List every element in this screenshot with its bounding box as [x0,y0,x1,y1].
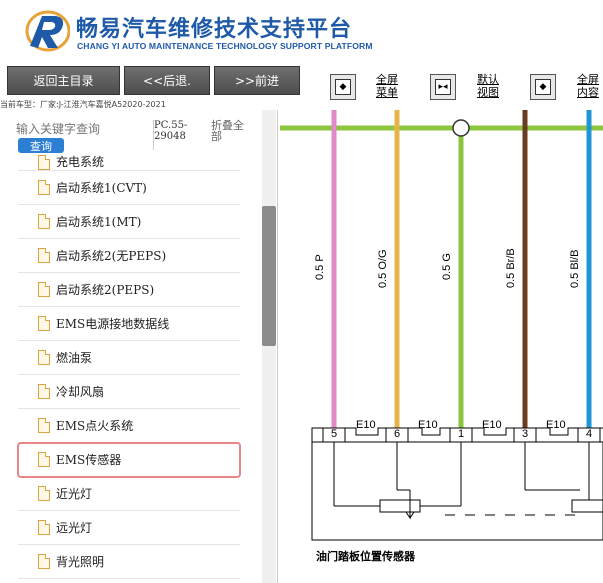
tree-item[interactable]: 启动系统1(CVT) [18,171,240,205]
tree-item-label: 启动系统1(MT) [56,215,142,229]
full-content-line2: 内容 [577,86,599,99]
back-to-main-button[interactable]: 返回主目录 [7,66,120,95]
tree-scroll-thumb[interactable] [262,206,276,346]
document-icon [38,316,50,331]
document-icon [38,248,50,263]
full-content-line1: 全屏 [577,73,599,86]
pin-number: 4 [585,428,593,440]
default-view-link[interactable]: 默认 视图 [477,73,499,99]
connector-label: E10 [546,419,566,431]
pin-number: 5 [330,428,338,440]
left-panel: 查询 PC.55- 29048 折叠全 部 充电系统 启动系统1(CVT) 启动… [0,110,278,583]
potentiometer-1 [379,499,421,513]
wire-label: 0.5 Bl/B [569,249,581,288]
search-input[interactable] [16,121,150,137]
wire-label: 0.5 P [314,254,326,280]
full-menu-link[interactable]: 全屏 菜单 [376,73,398,99]
search-area: 查询 PC.55- 29048 折叠全 部 [0,110,262,155]
app-subtitle: CHANG YI AUTO MAINTENANCE TECHNOLOGY SUP… [77,41,373,51]
tree-item[interactable]: 启动系统2(PEPS) [18,273,240,307]
wiring-svg [280,110,603,541]
tree-item-label: 启动系统2(无PEPS) [56,249,167,263]
document-icon [38,384,50,399]
tree-item-label: 远光灯 [56,521,93,535]
forward-button[interactable]: >>前进 [214,66,300,95]
pin-number: 3 [521,428,529,440]
document-icon [38,486,50,501]
connector-label: E10 [418,419,438,431]
tree-item[interactable]: 近光灯 [18,477,240,511]
pin-number: 1 [457,428,465,440]
document-icon [38,418,50,433]
app-title: 畅易汽车维修技术支持平台 [76,17,353,42]
tree-item-label: EMS电源接地数据线 [56,317,170,331]
document-icon [38,155,50,170]
collapse-all-line2: 部 [211,130,222,143]
tree-item-label: EMS点火系统 [56,419,134,433]
tree-item-selected[interactable]: EMS传感器 [17,442,241,478]
document-icon [38,180,50,195]
full-content-icon[interactable]: ◆ [530,74,556,100]
document-icon [38,282,50,297]
tree: 充电系统 启动系统1(CVT) 启动系统1(MT) 启动系统2(无PEPS) 启… [17,155,241,579]
toolbar: 返回主目录 <<后退. >>前进 ◆ 全屏 菜单 ▸◂ 默认 视图 ◆ 全屏 内… [0,62,603,100]
search-button[interactable]: 查询 [18,138,64,153]
back-button[interactable]: <<后退. [124,66,210,95]
tree-item[interactable]: 充电系统 [18,155,240,171]
default-view-line2: 视图 [477,86,499,99]
document-icon [38,214,50,229]
changyi-logo-icon [25,10,70,52]
tree-scrollbar[interactable] [262,110,276,583]
pin-number: 6 [393,428,401,440]
document-icon [38,520,50,535]
tree-item-label: 启动系统1(CVT) [56,181,147,195]
pc-code-line2: 29048 [154,131,186,142]
tree-item-label: 启动系统2(PEPS) [56,283,155,297]
tree-item[interactable]: EMS点火系统 [18,409,240,443]
connector-label: E10 [482,419,502,431]
sensor-label: 油门踏板位置传感器 [316,550,415,563]
document-icon [38,350,50,365]
wire-label: 0.5 Br/B [505,248,517,288]
full-menu-line1: 全屏 [376,73,398,86]
collapse-all-button[interactable]: 折叠全 部 [211,120,244,142]
wire-label: 0.5 O/G [377,249,389,288]
tree-item[interactable]: 启动系统2(无PEPS) [18,239,240,273]
vehicle-info: 当前车型：厂家:J-江淮汽车嘉悦A52020-2021 [0,100,166,109]
splice-node [452,119,470,137]
default-view-icon[interactable]: ▸◂ [430,74,456,100]
tree-item[interactable]: 背光照明 [18,545,240,579]
full-content-link[interactable]: 全屏 内容 [577,73,599,99]
full-menu-icon[interactable]: ◆ [330,74,356,100]
pc-code: PC.55- 29048 [154,120,187,142]
tree-item-label: 冷却风扇 [56,385,105,399]
wire-label: 0.5 G [441,253,453,280]
document-icon [38,554,50,569]
tree-item-label: 充电系统 [56,155,105,169]
app-header: 畅易汽车维修技术支持平台 CHANG YI AUTO MAINTENANCE T… [0,0,603,62]
default-view-line1: 默认 [477,73,499,86]
wiring-diagram: 0.5 P 0.5 O/G 0.5 G 0.5 Br/B 0.5 Bl/B 5 … [280,110,603,583]
tree-item[interactable]: 燃油泵 [18,341,240,375]
pc-code-line1: PC.55- [154,120,188,131]
document-icon [38,452,50,467]
tree-item-label: 燃油泵 [56,351,93,365]
full-menu-line2: 菜单 [376,86,398,99]
tree-item[interactable]: EMS电源接地数据线 [18,307,240,341]
sensor-body [311,441,603,541]
connector-label: E10 [356,419,376,431]
tree-item[interactable]: 远光灯 [18,511,240,545]
tree-item[interactable]: 启动系统1(MT) [18,205,240,239]
tree-item-label: 近光灯 [56,487,93,501]
potentiometer-2 [571,499,603,513]
tree-item-label: EMS传感器 [56,453,122,467]
tree-item[interactable]: 冷却风扇 [18,375,240,409]
tree-item-label: 背光照明 [56,555,105,569]
